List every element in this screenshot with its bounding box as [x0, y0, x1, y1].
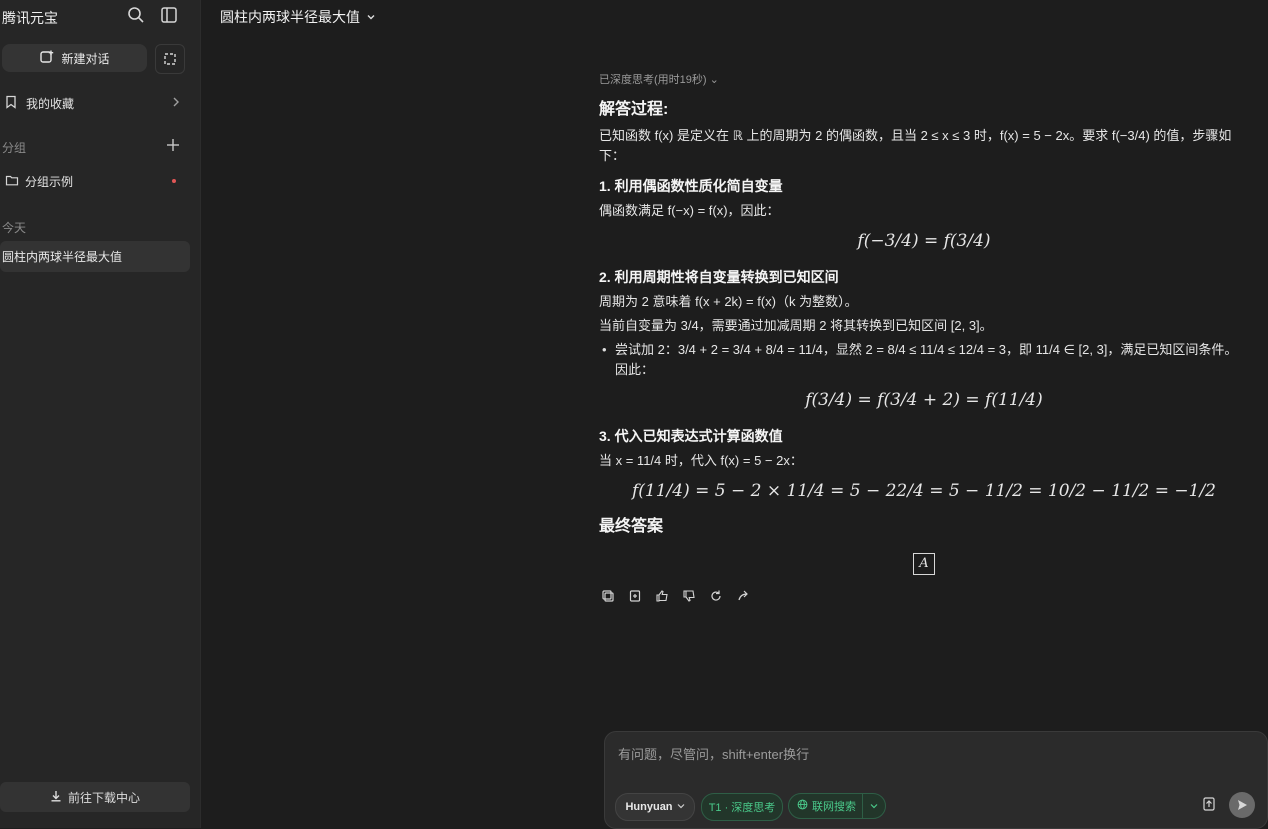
send-button[interactable]	[1229, 792, 1255, 818]
step-2-text-1: 周期为 2 意味着 f(x + 2k) = f(x)（k 为整数）。	[599, 294, 858, 309]
chevron-down-icon	[677, 801, 685, 813]
download-label: 前往下载中心	[67, 790, 140, 805]
final-answer-title: 最终答案	[599, 518, 664, 535]
message-input[interactable]: 有问题，尽管问，shift+enter换行	[618, 744, 809, 763]
thumbs-down-icon[interactable]	[680, 587, 698, 605]
sidebar-toggle-icon[interactable]	[160, 6, 180, 26]
web-search-options[interactable]	[862, 794, 885, 818]
step-2-title: 2. 利用周期性将自变量转换到已知区间	[599, 269, 839, 285]
group-example-label: 分组示例	[25, 174, 74, 189]
upload-icon[interactable]	[1201, 796, 1217, 817]
deep-think-toggle[interactable]: T1 · 深度思考	[701, 793, 783, 821]
answer-content: 已深度思考(用时19秒) ⌄ 解答过程: 已知函数 f(x) 是定义在 ℝ 上的…	[599, 70, 1249, 605]
new-chat-button[interactable]: 新建对话	[2, 44, 147, 72]
step-1-equation: f(−3/4) = f(3/4)	[857, 231, 991, 251]
chat-title-dropdown[interactable]: 圆柱内两球半径最大值	[220, 7, 376, 27]
chat-title: 圆柱内两球半径最大值	[220, 9, 360, 25]
new-chat-icon	[39, 49, 55, 68]
step-2-equation: f(3/4) = f(3/4 + 2) = f(11/4)	[805, 390, 1043, 410]
download-icon	[50, 790, 62, 805]
final-answer-box: A	[913, 553, 935, 575]
share-icon[interactable]	[734, 587, 752, 605]
composer[interactable]: 有问题，尽管问，shift+enter换行 Hunyuan T1 · 深度思考 …	[604, 731, 1268, 829]
chat-item-label: 圆柱内两球半径最大值	[2, 250, 123, 264]
answer-intro: 已知函数 f(x) 是定义在 ℝ 上的周期为 2 的偶函数，且当 2 ≤ x ≤…	[599, 128, 1232, 163]
bookmark-icon	[4, 95, 18, 112]
thumbs-up-icon[interactable]	[653, 587, 671, 605]
deep-think-label: T1 · 深度思考	[708, 802, 776, 814]
message-actions	[599, 587, 1249, 605]
chevron-right-icon	[170, 96, 182, 111]
bookmark-add-icon[interactable]	[626, 587, 644, 605]
model-selector[interactable]: Hunyuan	[615, 793, 695, 821]
step-3-title: 3. 代入已知表达式计算函数值	[599, 428, 783, 444]
download-center-button[interactable]: 前往下载中心	[0, 782, 190, 812]
chevron-down-icon	[366, 9, 376, 25]
web-search-toggle[interactable]: 联网搜索	[788, 793, 886, 819]
folder-icon	[5, 173, 19, 190]
answer-heading: 解答过程:	[599, 101, 669, 118]
dashed-square-icon	[164, 53, 176, 65]
step-1-text: 偶函数满足 f(−x) = f(x)，因此：	[599, 203, 780, 218]
step-2-bullet: 尝试加 2：3/4 + 2 = 3/4 + 8/4 = 11/4，显然 2 = …	[599, 340, 1249, 380]
step-1-title: 1. 利用偶函数性质化简自变量	[599, 178, 783, 194]
favorites-item[interactable]: 我的收藏	[0, 93, 190, 113]
regenerate-icon[interactable]	[707, 587, 725, 605]
thinking-status[interactable]: 已深度思考(用时19秒) ⌄	[599, 70, 1249, 90]
globe-icon	[797, 799, 808, 813]
groups-label: 分组	[2, 141, 27, 155]
step-3-equation: f(11/4) = 5 − 2 × 11/4 = 5 − 22/4 = 5 − …	[632, 481, 1216, 501]
model-label: Hunyuan	[625, 801, 673, 813]
chevron-down-icon: ⌄	[709, 74, 719, 86]
sidebar: 腾讯元宝 新建对话 我的收藏 分组 分组示例 今天 圆柱内两球半径最大值 前往下…	[0, 0, 201, 828]
group-example-item[interactable]: 分组示例	[0, 171, 190, 191]
today-label: 今天	[2, 221, 27, 235]
select-area-button[interactable]	[155, 44, 185, 74]
send-icon	[1238, 800, 1247, 810]
new-chat-label: 新建对话	[61, 51, 110, 66]
search-icon[interactable]	[127, 6, 147, 26]
step-3-text: 当 x = 11/4 时，代入 f(x) = 5 − 2x：	[599, 453, 803, 468]
add-group-icon[interactable]	[166, 138, 180, 157]
unread-dot	[172, 179, 176, 183]
web-search-label: 联网搜索	[812, 801, 856, 813]
chevron-down-icon	[870, 804, 878, 809]
app-title: 腾讯元宝	[2, 10, 58, 26]
chat-item-selected[interactable]: 圆柱内两球半径最大值	[0, 241, 190, 272]
step-2-text-2: 当前自变量为 3/4，需要通过加减周期 2 将其转换到已知区间 [2, 3]。	[599, 318, 993, 333]
copy-icon[interactable]	[599, 587, 617, 605]
favorites-label: 我的收藏	[26, 96, 75, 111]
